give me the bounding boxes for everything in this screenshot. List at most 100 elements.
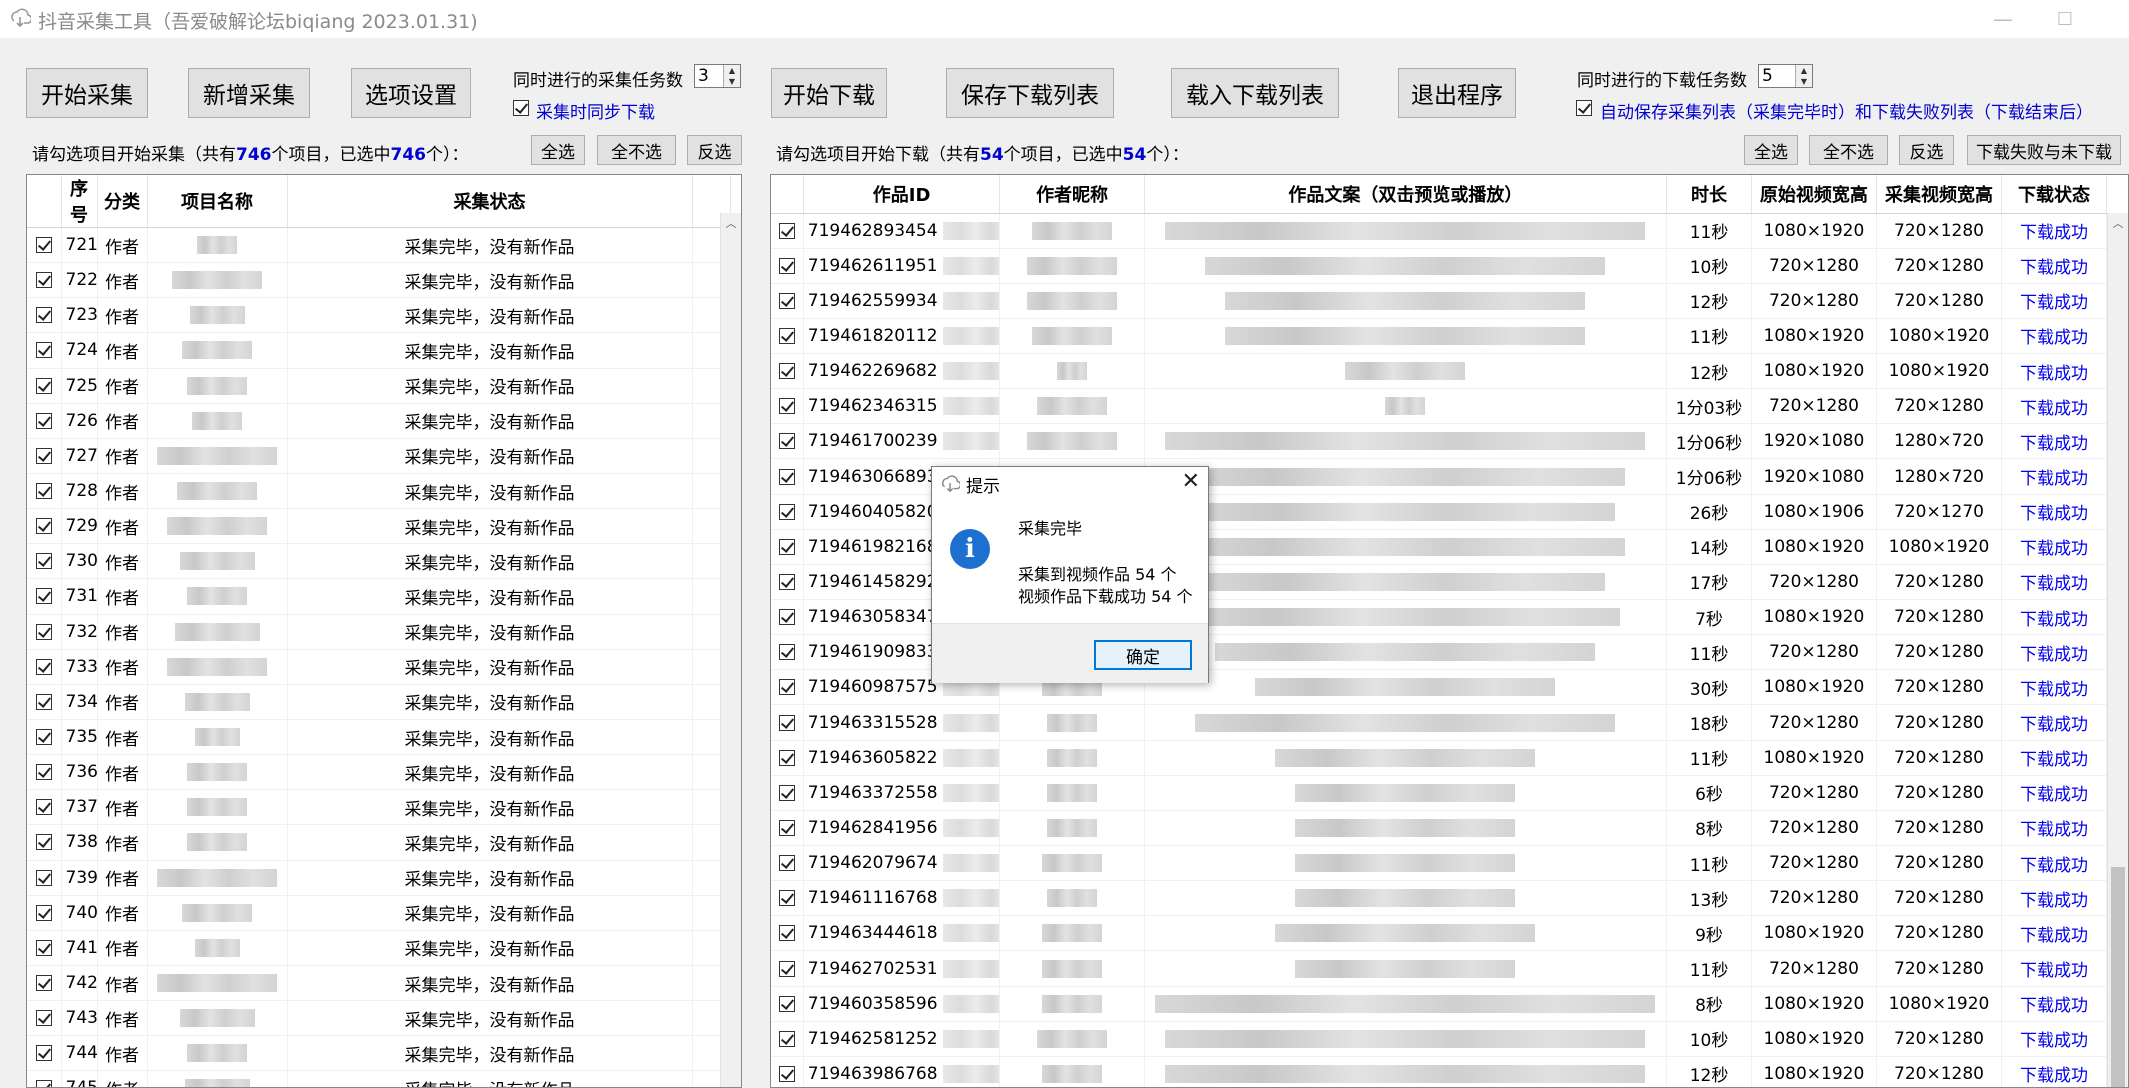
row-checkbox-cell[interactable]	[27, 614, 62, 650]
row-work-caption[interactable]	[1144, 353, 1668, 390]
row-checkbox[interactable]	[778, 292, 795, 309]
row-checkbox-cell[interactable]	[27, 262, 62, 299]
row-work-caption[interactable]	[1144, 775, 1668, 811]
collect-select-all-button[interactable]: 全选	[531, 135, 585, 165]
row-checkbox-cell[interactable]	[27, 332, 62, 369]
download-row[interactable]: 719461700239 1分06秒 1920×1080 1280×720 下载成功	[771, 423, 2107, 460]
row-checkbox[interactable]	[778, 749, 795, 766]
download-row[interactable]: 719462841956 8秒 720×1280 720×1280 下载成功	[771, 810, 2107, 847]
row-checkbox[interactable]	[35, 518, 52, 535]
header-original-size[interactable]: 原始视频宽高	[1751, 175, 1877, 214]
download-select-all-button[interactable]: 全选	[1744, 135, 1798, 165]
row-checkbox-cell[interactable]	[27, 1070, 62, 1087]
row-work-caption[interactable]	[1144, 388, 1668, 425]
download-row[interactable]: 719462611951 10秒 720×1280 720×1280 下载成功	[771, 248, 2107, 284]
collect-row[interactable]: 730 作者 采集完毕，没有新作品	[27, 543, 731, 580]
download-invert-button[interactable]: 反选	[1899, 135, 1954, 165]
row-checkbox[interactable]	[778, 257, 795, 274]
row-checkbox[interactable]	[778, 995, 795, 1012]
sync-download-label[interactable]: 采集时同步下载	[536, 98, 655, 123]
row-checkbox[interactable]	[35, 272, 52, 289]
collect-row[interactable]: 739 作者 采集完毕，没有新作品	[27, 860, 731, 896]
download-concurrency-spinner[interactable]: 5 ▲ ▼	[1758, 64, 1813, 88]
row-work-caption[interactable]	[1144, 318, 1668, 355]
header-category[interactable]: 分类	[97, 175, 148, 228]
row-checkbox[interactable]	[35, 412, 52, 429]
row-checkbox[interactable]	[35, 729, 52, 746]
row-checkbox[interactable]	[778, 503, 795, 520]
options-button[interactable]: 选项设置	[351, 68, 471, 118]
row-checkbox-cell[interactable]	[771, 283, 804, 319]
row-checkbox[interactable]	[35, 904, 52, 921]
row-checkbox[interactable]	[35, 1045, 52, 1062]
row-checkbox-cell[interactable]	[771, 915, 804, 952]
row-work-caption[interactable]	[1144, 704, 1668, 741]
row-work-caption[interactable]	[1144, 845, 1668, 882]
download-row[interactable]: 719462893454 11秒 1080×1920 720×1280 下载成功	[771, 213, 2107, 249]
collect-row[interactable]: 735 作者 采集完毕，没有新作品	[27, 719, 731, 756]
row-checkbox-cell[interactable]	[27, 719, 62, 756]
collect-row[interactable]: 734 作者 采集完毕，没有新作品	[27, 684, 731, 720]
spinner-arrows-icon[interactable]: ▲ ▼	[723, 65, 740, 87]
row-work-caption[interactable]	[1144, 213, 1668, 249]
row-work-caption[interactable]	[1144, 494, 1668, 530]
row-work-caption[interactable]	[1144, 915, 1668, 952]
row-checkbox[interactable]	[778, 1030, 795, 1047]
scroll-up-icon[interactable]: ︿	[2108, 215, 2128, 235]
header-work-caption[interactable]: 作品文案（双击预览或播放）	[1144, 175, 1668, 214]
row-checkbox[interactable]	[778, 890, 795, 907]
download-scrollbar[interactable]: ︿	[2107, 213, 2128, 1087]
row-checkbox-cell[interactable]	[771, 529, 804, 565]
row-checkbox-cell[interactable]	[27, 227, 62, 264]
row-checkbox[interactable]	[35, 307, 52, 324]
row-checkbox-cell[interactable]	[771, 950, 804, 987]
sync-download-checkbox[interactable]	[513, 100, 529, 116]
row-checkbox-cell[interactable]	[771, 775, 804, 811]
failed-undownloaded-button[interactable]: 下载失败与未下载	[1967, 135, 2121, 165]
row-checkbox-cell[interactable]	[771, 423, 804, 460]
row-checkbox-cell[interactable]	[27, 860, 62, 896]
row-checkbox-cell[interactable]	[27, 754, 62, 791]
row-checkbox[interactable]	[778, 679, 795, 696]
row-checkbox[interactable]	[778, 960, 795, 977]
autosave-checkbox[interactable]	[1576, 100, 1592, 116]
scroll-up-icon[interactable]: ︿	[721, 215, 741, 235]
collect-row[interactable]: 744 作者 采集完毕，没有新作品	[27, 1035, 731, 1072]
row-checkbox[interactable]	[35, 237, 52, 254]
row-checkbox[interactable]	[778, 855, 795, 872]
row-checkbox[interactable]	[778, 714, 795, 731]
download-row[interactable]: 719463444618 9秒 1080×1920 720×1280 下载成功	[771, 915, 2107, 952]
collect-row[interactable]: 729 作者 采集完毕，没有新作品	[27, 508, 731, 545]
collect-row[interactable]: 723 作者 采集完毕，没有新作品	[27, 297, 731, 334]
row-checkbox-cell[interactable]	[27, 297, 62, 334]
start-collect-button[interactable]: 开始采集	[26, 68, 148, 118]
download-row[interactable]: 719461820112 11秒 1080×1920 1080×1920 下载成功	[771, 318, 2107, 355]
row-checkbox[interactable]	[778, 538, 795, 555]
collect-row[interactable]: 743 作者 采集完毕，没有新作品	[27, 1000, 731, 1037]
row-checkbox-cell[interactable]	[771, 669, 804, 706]
download-row[interactable]: 719462079674 11秒 720×1280 720×1280 下载成功	[771, 845, 2107, 882]
exit-button[interactable]: 退出程序	[1398, 68, 1516, 118]
row-checkbox-cell[interactable]	[771, 810, 804, 847]
row-work-caption[interactable]	[1144, 950, 1668, 987]
row-checkbox[interactable]	[778, 644, 795, 661]
row-work-caption[interactable]	[1144, 423, 1668, 460]
header-collect-status[interactable]: 采集状态	[287, 175, 693, 228]
row-checkbox[interactable]	[778, 468, 795, 485]
row-checkbox-cell[interactable]	[27, 1000, 62, 1037]
row-checkbox-cell[interactable]	[771, 986, 804, 1022]
row-checkbox-cell[interactable]	[27, 473, 62, 510]
row-work-caption[interactable]	[1144, 880, 1668, 917]
row-checkbox-cell[interactable]	[771, 318, 804, 355]
header-work-id[interactable]: 作品ID	[803, 175, 1001, 214]
collect-select-none-button[interactable]: 全不选	[597, 135, 676, 165]
load-download-list-button[interactable]: 载入下载列表	[1171, 68, 1339, 118]
collect-row[interactable]: 724 作者 采集完毕，没有新作品	[27, 332, 731, 369]
collect-row[interactable]: 745作者 采集完毕，没有新作品	[27, 1070, 731, 1087]
download-row[interactable]: 719462702531 11秒 720×1280 720×1280 下载成功	[771, 950, 2107, 987]
collect-invert-button[interactable]: 反选	[687, 135, 742, 165]
row-checkbox-cell[interactable]	[27, 578, 62, 615]
collect-row[interactable]: 740 作者 采集完毕，没有新作品	[27, 895, 731, 931]
collect-row[interactable]: 736 作者 采集完毕，没有新作品	[27, 754, 731, 791]
add-collect-button[interactable]: 新增采集	[188, 68, 310, 118]
